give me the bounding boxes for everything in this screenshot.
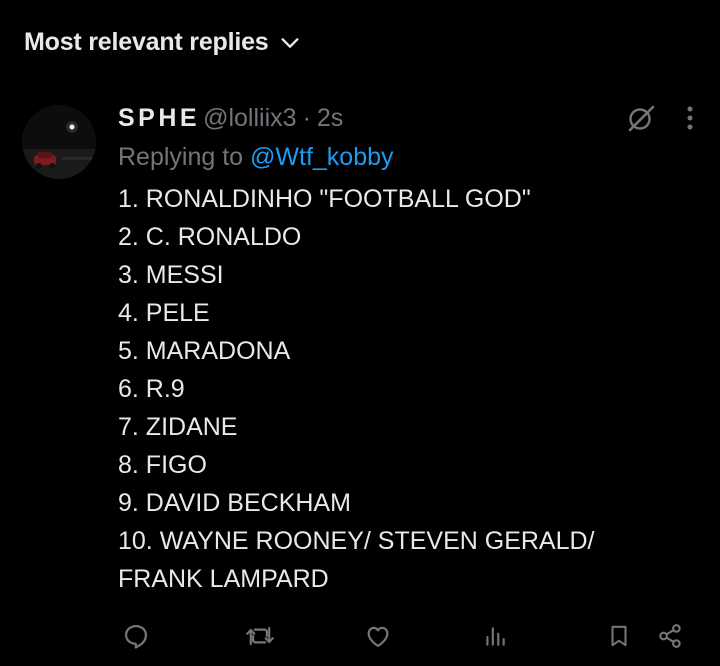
- avatar[interactable]: [22, 105, 96, 179]
- repost-icon[interactable]: [240, 616, 280, 656]
- post-text-line: 5. MARADONA: [118, 337, 291, 365]
- post-text-line: 10. WAYNE ROONEY/ STEVEN GERALD/: [118, 527, 595, 555]
- post-text-line: 1. RONALDINHO "FOOTBALL GOD": [118, 185, 531, 213]
- meta-separator: ·: [302, 104, 311, 132]
- sort-replies-label: Most relevant replies: [24, 27, 269, 56]
- post-text-line: 8. FIGO: [118, 451, 207, 479]
- post-top-actions: [626, 103, 694, 133]
- post-text-line: 4. PELE: [118, 299, 210, 327]
- post-text-line: 6. R.9: [118, 375, 185, 403]
- replying-to-prefix: Replying to: [118, 143, 251, 171]
- more-icon[interactable]: [686, 105, 694, 131]
- reply-post[interactable]: SPHE @lolliix3 · 2s Replying to @Wtf_kob…: [118, 98, 678, 598]
- post-timestamp[interactable]: 2s: [317, 98, 343, 138]
- post-text-line: 7. ZIDANE: [118, 413, 238, 441]
- chevron-down-icon: [279, 32, 301, 54]
- replying-to-mention[interactable]: @Wtf_kobby: [250, 143, 393, 171]
- post-text-line: FRANK LAMPARD: [118, 565, 329, 593]
- like-icon[interactable]: [360, 616, 396, 656]
- post-action-bar: [118, 616, 698, 656]
- share-icon[interactable]: [652, 616, 688, 656]
- replying-to-line: Replying to @Wtf_kobby: [118, 138, 678, 176]
- bookmark-icon[interactable]: [604, 616, 634, 656]
- post-text-line: 9. DAVID BECKHAM: [118, 489, 351, 517]
- post-text-line: 2. C. RONALDO: [118, 223, 302, 251]
- views-icon[interactable]: [480, 616, 510, 656]
- author-display-name[interactable]: SPHE: [118, 98, 200, 138]
- post-text-line: 3. MESSI: [118, 261, 224, 289]
- sort-replies-dropdown[interactable]: Most relevant replies: [24, 24, 301, 60]
- grok-icon[interactable]: [626, 103, 656, 133]
- reply-icon[interactable]: [118, 616, 154, 656]
- reply-author-line: SPHE @lolliix3 · 2s: [118, 98, 678, 138]
- author-handle[interactable]: @lolliix3: [203, 98, 296, 138]
- post-text: 1. RONALDINHO "FOOTBALL GOD" 2. C. RONAL…: [118, 180, 678, 598]
